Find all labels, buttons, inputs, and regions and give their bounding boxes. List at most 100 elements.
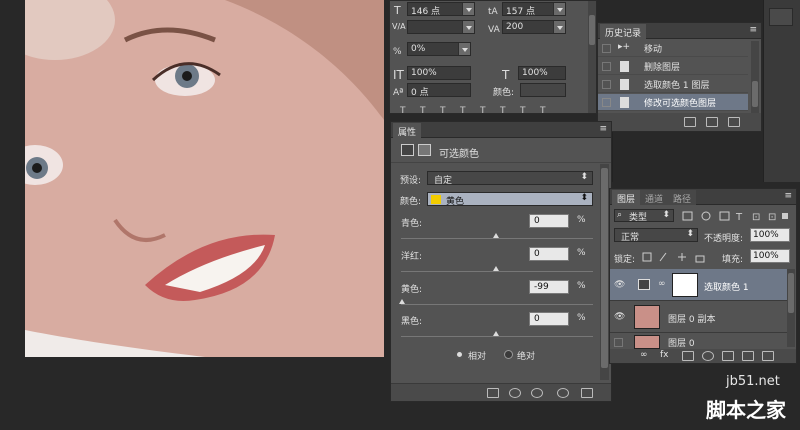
svg-text:T: T <box>419 106 426 114</box>
black-slider-group: 黑色: 0 % <box>391 312 601 344</box>
right-dock-strip <box>763 0 800 182</box>
history-item[interactable]: 删除图层 <box>598 58 748 75</box>
document-icon <box>620 79 629 90</box>
relative-radio[interactable] <box>455 350 464 359</box>
yellow-slider-thumb[interactable] <box>399 299 405 304</box>
baseline-icon: Aª <box>393 85 405 98</box>
trash-icon[interactable] <box>728 117 740 127</box>
black-slider-thumb[interactable] <box>493 331 499 336</box>
text-style-buttons[interactable]: TTTT TTTT <box>394 104 594 114</box>
document-icon <box>620 61 629 72</box>
camera-icon[interactable] <box>706 117 718 127</box>
layer-filter-dropdown[interactable]: ⌕ 类型 ⬍ <box>614 209 674 223</box>
visibility-eye-icon[interactable] <box>557 388 569 398</box>
history-panel: 历史记录 ≡ ▸+ 移动 删除图层 选取颜色 1 图层 修改可选颜色图层 <box>597 22 762 132</box>
cyan-value-field[interactable]: 0 <box>529 214 569 228</box>
history-scrollbar[interactable] <box>751 41 759 113</box>
clip-to-layer-icon[interactable] <box>487 388 499 398</box>
svg-text:T: T <box>393 4 401 16</box>
trash-icon[interactable] <box>762 351 774 361</box>
baseline-field[interactable]: 0 点 <box>407 83 471 98</box>
tab-channels[interactable]: 通道 <box>640 190 669 205</box>
horizontal-scale-icon: T <box>501 68 514 82</box>
layers-panel: 图层 通道 路径 ≡ ⌕ 类型 ⬍ T ⊡ ⊡ 正常 ⬍ 不透明度: 100% 锁定… <box>609 188 797 364</box>
scale-icon: % <box>393 44 405 57</box>
black-value-field[interactable]: 0 <box>529 312 569 326</box>
layer-row-selected[interactable]: 👁 ∞ 选取颜色 1 <box>610 269 788 301</box>
svg-text:⊡: ⊡ <box>752 212 760 222</box>
photo-canvas[interactable] <box>25 0 384 357</box>
link-layers-icon[interactable]: ∞ <box>640 350 648 360</box>
folder-icon[interactable] <box>722 351 734 361</box>
adjustment-icon[interactable] <box>702 351 714 361</box>
kerning-label: V/A <box>392 22 406 31</box>
colors-label: 颜色: <box>400 197 422 207</box>
tab-properties[interactable]: 属性 <box>393 123 422 138</box>
magenta-slider-group: 洋红: 0 % <box>391 247 601 279</box>
leading-field[interactable]: 157 点 <box>502 2 566 17</box>
magenta-slider-thumb[interactable] <box>493 266 499 271</box>
properties-panel: 属性 ≡ 可选颜色 预设: 自定 ⬍ 颜色: 黄色 ⬍ 青色: 0 % 洋红: … <box>390 121 612 402</box>
svg-text:T: T <box>479 106 486 114</box>
font-size-field[interactable]: 146 点 <box>407 2 475 17</box>
new-doc-from-state-icon[interactable] <box>684 117 696 127</box>
colors-dropdown[interactable]: 黄色 ⬍ <box>427 192 593 207</box>
yellow-value-field[interactable]: -99 <box>529 280 569 294</box>
character-panel: T 146 点 tA 157 点 V/A VA 200 % 0% IT 100%… <box>389 0 597 114</box>
tab-paths[interactable]: 路径 <box>668 190 697 205</box>
svg-text:T: T <box>439 106 446 114</box>
history-item-selected[interactable]: 修改可选颜色图层 <box>598 94 748 111</box>
fx-icon[interactable]: fx <box>660 350 669 360</box>
kerning-field[interactable] <box>407 20 475 34</box>
visibility-eye-icon[interactable]: 👁 <box>614 280 625 290</box>
tab-history[interactable]: 历史记录 <box>600 24 647 39</box>
horizontal-scale-field[interactable]: 100% <box>518 66 566 80</box>
panel-menu-icon[interactable]: ≡ <box>749 25 757 35</box>
preset-dropdown[interactable]: 自定 ⬍ <box>427 171 593 186</box>
svg-text:T: T <box>459 106 466 114</box>
layer-filter-icons[interactable]: T ⊡ ⊡ <box>682 210 792 222</box>
opacity-field[interactable]: 100% <box>750 228 790 242</box>
history-item[interactable]: ▸+ 移动 <box>598 40 748 57</box>
trash-icon[interactable] <box>581 388 593 398</box>
panel-menu-icon[interactable]: ≡ <box>784 191 792 201</box>
new-layer-icon[interactable] <box>742 351 754 361</box>
svg-text:T: T <box>502 68 510 80</box>
layer-row[interactable]: 👁 图层 0 副本 <box>610 301 788 333</box>
add-mask-icon[interactable] <box>682 351 694 361</box>
panel-menu-icon[interactable]: ≡ <box>599 124 607 134</box>
layers-scrollbar[interactable] <box>787 269 795 347</box>
cyan-slider-group: 青色: 0 % <box>391 214 601 246</box>
blend-mode-dropdown[interactable]: 正常 ⬍ <box>614 228 698 243</box>
fill-field[interactable]: 100% <box>750 249 790 263</box>
text-color-swatch[interactable] <box>520 83 566 97</box>
tracking-field[interactable]: 200 <box>502 20 566 34</box>
mask-icon <box>418 144 431 156</box>
tracking-icon: VA <box>488 22 501 35</box>
layer-row[interactable]: 图层 0 <box>610 333 788 349</box>
view-previous-icon[interactable] <box>509 388 521 398</box>
yellow-swatch <box>431 195 441 204</box>
dropdown-arrow-icon: ⬍ <box>580 172 588 182</box>
svg-text:VA: VA <box>488 25 500 34</box>
cyan-slider-thumb[interactable] <box>493 233 499 238</box>
adjustment-layer-icon <box>638 279 650 290</box>
yellow-slider-group: 黄色: -99 % <box>391 280 601 312</box>
absolute-radio[interactable] <box>504 350 513 359</box>
search-icon: ⌕ <box>617 210 623 220</box>
tab-layers[interactable]: 图层 <box>612 190 641 205</box>
svg-text:tA: tA <box>488 7 499 16</box>
lock-icons[interactable] <box>642 251 712 263</box>
vertical-scale-icon: IT <box>393 68 405 82</box>
layer-thumbnail <box>634 335 660 349</box>
history-item[interactable]: 选取颜色 1 图层 <box>598 76 748 93</box>
layer-thumbnail <box>634 305 660 329</box>
vertical-scale-field[interactable]: 100% <box>407 66 471 80</box>
properties-scrollbar[interactable] <box>600 164 609 380</box>
reset-icon[interactable] <box>531 388 543 398</box>
move-tool-icon: ▸+ <box>618 42 631 52</box>
character-scrollbar[interactable] <box>588 1 596 113</box>
visibility-eye-icon[interactable]: 👁 <box>614 312 625 322</box>
scale-field[interactable]: 0% <box>407 42 471 56</box>
magenta-value-field[interactable]: 0 <box>529 247 569 261</box>
